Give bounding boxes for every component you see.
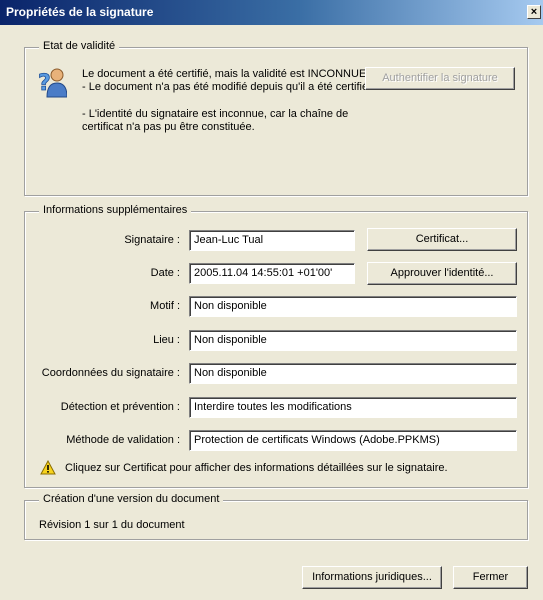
validity-status-line1: Le document a été certifié, mais la vali… [82,68,370,80]
contact-label: Coordonnées du signataire : [41,367,180,379]
contact-field[interactable]: Non disponible [189,363,517,384]
location-label: Lieu : [153,334,180,346]
method-field[interactable]: Protection de certificats Windows (Adobe… [189,430,517,451]
legal-info-button[interactable]: Informations juridiques... [302,566,442,589]
info-group: Informations supplémentaires Signataire … [24,204,528,488]
location-field[interactable]: Non disponible [189,330,517,351]
authenticate-signature-button[interactable]: Authentifier la signature [365,67,515,90]
info-legend: Informations supplémentaires [39,204,192,216]
signer-field[interactable]: Jean-Luc Tual [189,230,355,251]
method-label: Méthode de validation : [66,434,180,446]
approve-identity-button[interactable]: Approuver l'identité... [367,262,517,285]
reason-label: Motif : [150,300,180,312]
validity-detail-line2: certificat n'a pas pu être constituée. [82,121,255,133]
date-field[interactable]: 2005.11.04 14:55:01 +01'00' [189,263,355,284]
reason-field[interactable]: Non disponible [189,296,517,317]
close-dialog-button[interactable]: Fermer [453,566,528,589]
certificate-button[interactable]: Certificat... [367,228,517,251]
close-button[interactable]: × [527,5,541,19]
validity-group: Etat de validité ? Le document a été cer… [24,40,528,196]
title-bar[interactable]: Propriétés de la signature × [0,0,543,25]
validity-detail-line1: - L'identité du signataire est inconnue,… [82,108,349,120]
svg-text:?: ? [38,71,51,96]
detection-field[interactable]: Interdire toutes les modifications [189,397,517,418]
question-user-icon: ? [37,66,68,98]
warning-icon [40,459,56,475]
detection-label: Détection et prévention : [60,401,180,413]
version-legend: Création d'une version du document [39,493,224,505]
validity-status-line2: - Le document n'a pas été modifié depuis… [82,81,372,93]
warning-text: Cliquez sur Certificat pour afficher des… [65,462,448,474]
date-label: Date : [150,267,180,279]
version-group: Création d'une version du document Révis… [24,493,528,540]
signer-label: Signataire : [124,234,180,246]
window-title: Propriétés de la signature [6,5,154,19]
revision-text: Révision 1 sur 1 du document [39,519,185,531]
validity-legend: Etat de validité [39,40,120,52]
